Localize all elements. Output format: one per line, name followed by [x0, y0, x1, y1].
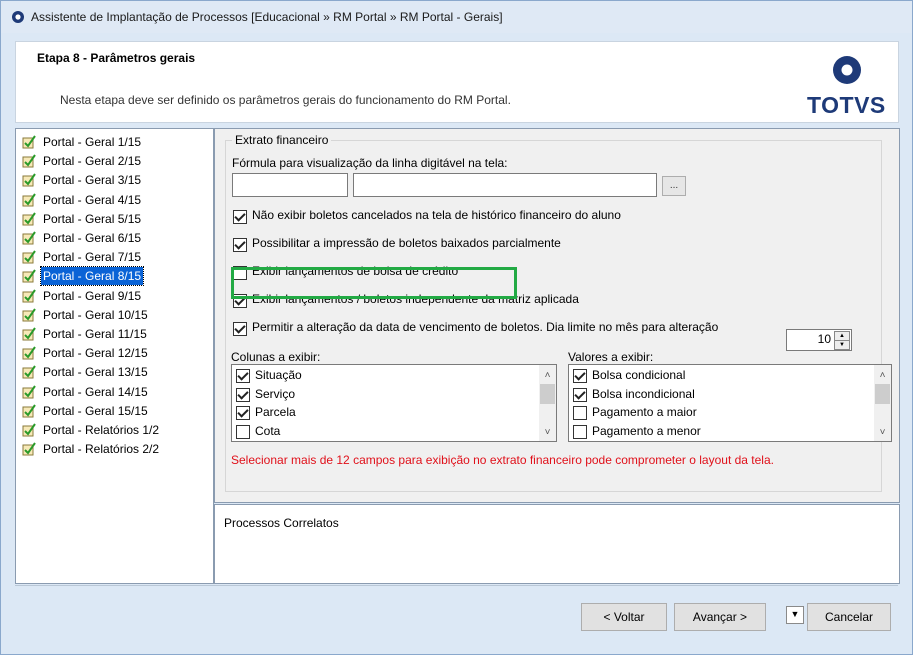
scroll-down-icon[interactable]: ˅ [539, 424, 556, 441]
day-limit-value: 10 [817, 332, 831, 346]
step-item-label: Portal - Geral 8/15 [39, 266, 145, 287]
scroll-thumb[interactable] [540, 384, 555, 404]
completed-check-icon [22, 250, 36, 264]
completed-check-icon [22, 135, 36, 149]
step-item-label: Portal - Geral 6/15 [43, 231, 142, 245]
columns-list[interactable]: ˄ ˅ Situação Serviço Parcela Cota [231, 364, 557, 442]
step-item-label: Portal - Geral 10/15 [43, 307, 148, 322]
wizard-window: Assistente de Implantação de Processos [… [0, 0, 913, 655]
completed-check-icon [22, 212, 36, 226]
values-list[interactable]: ˄ ˅ Bolsa condicional Bolsa incondicional… [568, 364, 892, 442]
completed-check-icon [22, 193, 36, 207]
item-label: Situação [255, 368, 302, 382]
item-checkbox[interactable] [236, 387, 250, 402]
step-item-label: Portal - Geral 1/15 [43, 135, 142, 149]
item-label: Cota [255, 423, 281, 438]
option-label: Possibilitar a impressão de boletos baix… [252, 236, 561, 250]
next-button[interactable]: Avançar > [674, 603, 766, 631]
back-button[interactable]: < Voltar [581, 603, 667, 631]
step-item-label: Portal - Geral 13/15 [43, 365, 148, 380]
item-label: Bolsa condicional [592, 368, 686, 382]
completed-check-icon [22, 269, 36, 283]
columns-label: Colunas a exibir: [231, 350, 321, 364]
step-header: Etapa 8 - Parâmetros gerais Nesta etapa … [15, 41, 899, 123]
completed-check-icon [22, 308, 36, 322]
step-item-label: Portal - Geral 14/15 [43, 384, 148, 399]
formula-text-input[interactable] [353, 173, 657, 197]
item-label: Parcela [255, 405, 296, 419]
item-checkbox[interactable] [573, 406, 587, 420]
values-label: Valores a exibir: [568, 350, 654, 364]
item-label: Bolsa incondicional [592, 386, 695, 401]
option-label: Permitir a alteração da data de vencimen… [252, 320, 719, 334]
related-processes-title: Processos Correlatos [224, 516, 339, 530]
title-bar: Assistente de Implantação de Processos [… [1, 1, 912, 33]
item-checkbox[interactable] [236, 406, 250, 420]
totvs-logo-text: TOTVS [807, 92, 886, 118]
item-checkbox[interactable] [236, 424, 250, 439]
completed-check-icon [22, 442, 36, 456]
related-processes-panel: Processos Correlatos [214, 504, 900, 584]
step-title: Etapa 8 - Parâmetros gerais [37, 51, 196, 65]
completed-check-icon [22, 154, 36, 168]
step-item-label: Portal - Geral 3/15 [43, 173, 142, 188]
values-scrollbar[interactable]: ˄ ˅ [874, 365, 891, 441]
step-item-label: Portal - Geral 2/15 [43, 154, 142, 169]
step-item-label: Portal - Geral 7/15 [43, 250, 142, 265]
item-checkbox[interactable] [573, 424, 587, 439]
step-item-label: Portal - Geral 15/15 [43, 403, 148, 418]
scroll-up-icon[interactable]: ˄ [539, 367, 556, 384]
step-description: Nesta etapa deve ser definido os parâmet… [60, 93, 511, 107]
step-item-label: Portal - Geral 12/15 [43, 346, 148, 361]
completed-check-icon [22, 423, 36, 437]
scroll-down-icon[interactable]: ˅ [874, 424, 891, 441]
completed-check-icon [22, 327, 36, 341]
cancel-button[interactable]: Cancelar [807, 603, 891, 631]
scroll-thumb[interactable] [875, 384, 890, 404]
columns-scrollbar[interactable]: ˄ ˅ [539, 365, 556, 441]
option-checkbox[interactable] [233, 238, 247, 252]
formula-browse-button[interactable]: ... [662, 176, 686, 196]
step-item-label: Portal - Relatórios 2/2 [43, 442, 160, 457]
step-item-label: Portal - Relatórios 1/2 [43, 423, 160, 437]
option-label: Não exibir boletos cancelados na tela de… [252, 208, 621, 222]
spin-down-icon[interactable]: ▼ [834, 340, 850, 350]
totvs-logo-icon [833, 56, 861, 84]
item-checkbox[interactable] [573, 369, 587, 383]
option-checkbox[interactable] [233, 322, 247, 336]
chevron-down-icon[interactable]: ▼ [786, 606, 804, 624]
group-legend: Extrato financeiro [232, 133, 332, 147]
footer-divider [15, 585, 898, 586]
step-item-label: Portal - Geral 9/15 [43, 288, 142, 303]
step-item-label: Portal - Geral 11/15 [43, 327, 147, 341]
day-limit-spinner[interactable]: 10 ▲ ▼ [786, 329, 852, 351]
window-title: Assistente de Implantação de Processos [… [31, 10, 503, 24]
item-checkbox[interactable] [236, 369, 250, 383]
step-item-label: Portal - Geral 4/15 [43, 192, 142, 207]
item-label: Pagamento a maior [592, 405, 697, 419]
step-content-panel: Extrato financeiro Fórmula para visualiz… [214, 128, 900, 503]
completed-check-icon [22, 404, 36, 418]
item-label: Serviço [255, 386, 296, 401]
completed-check-icon [22, 365, 36, 379]
completed-check-icon [22, 289, 36, 303]
step-item-label: Portal - Geral 5/15 [43, 211, 142, 226]
item-label: Pagamento a menor [592, 423, 701, 438]
formula-code-input[interactable] [232, 173, 348, 197]
extrato-financeiro-group: Extrato financeiro Fórmula para visualiz… [225, 133, 892, 492]
completed-check-icon [22, 173, 36, 187]
scroll-up-icon[interactable]: ˄ [874, 367, 891, 384]
layout-warning: Selecionar mais de 12 campos para exibiç… [231, 453, 774, 467]
formula-label: Fórmula para visualização da linha digit… [232, 156, 508, 170]
highlight-box [231, 267, 517, 299]
completed-check-icon [22, 385, 36, 399]
steps-list: Portal - Geral 1/15 Portal - Geral 2/15 Po… [15, 128, 214, 584]
completed-check-icon [22, 231, 36, 245]
app-icon [12, 11, 24, 23]
option-checkbox[interactable] [233, 210, 247, 224]
completed-check-icon [22, 346, 36, 360]
item-checkbox[interactable] [573, 387, 587, 402]
